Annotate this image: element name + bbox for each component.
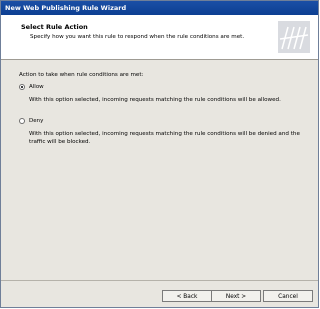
allow-label[interactable]: Allow xyxy=(29,84,44,90)
window-title: New Web Publishing Rule Wizard xyxy=(5,4,127,12)
deny-option[interactable]: Deny xyxy=(19,118,43,124)
action-section-label: Action to take when rule conditions are … xyxy=(19,72,144,78)
page-title: Select Rule Action xyxy=(21,23,88,31)
wizard-header: Select Rule Action Specify how you want … xyxy=(1,15,318,60)
cancel-button[interactable]: Cancel xyxy=(263,290,313,302)
allow-radio[interactable] xyxy=(19,84,25,90)
allow-description: With this option selected, incoming requ… xyxy=(29,97,281,103)
wizard-content: Action to take when rule conditions are … xyxy=(1,60,318,280)
back-button[interactable]: < Back xyxy=(162,290,212,302)
next-button[interactable]: Next > xyxy=(211,290,261,302)
title-bar: New Web Publishing Rule Wizard xyxy=(1,1,318,15)
page-subtitle: Specify how you want this rule to respon… xyxy=(30,34,245,40)
wizard-window: New Web Publishing Rule Wizard Select Ru… xyxy=(0,0,319,308)
deny-radio[interactable] xyxy=(19,118,25,124)
wizard-logo-icon xyxy=(278,21,310,53)
deny-label[interactable]: Deny xyxy=(29,118,43,124)
deny-description: With this option selected, incoming requ… xyxy=(29,131,300,145)
wizard-footer: < Back Next > Cancel xyxy=(1,280,318,307)
allow-option[interactable]: Allow xyxy=(19,84,44,90)
